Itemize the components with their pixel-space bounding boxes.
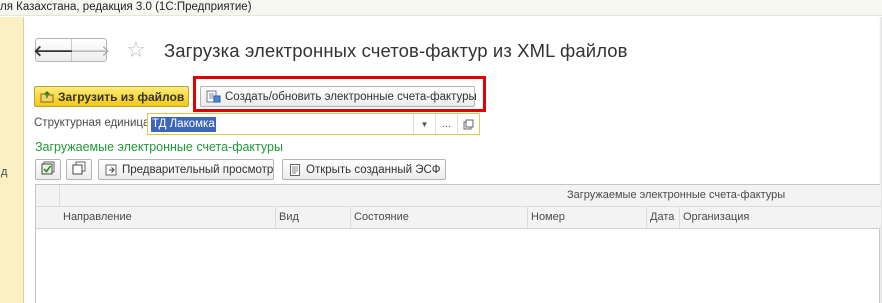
load-from-files-button[interactable]: Загрузить из файлов	[34, 86, 189, 107]
left-panel-edge: д	[0, 17, 24, 303]
load-from-files-label: Загрузить из файлов	[58, 89, 185, 104]
section-title: Загружаемые электронные счета-фактуры	[35, 140, 283, 154]
structural-unit-input[interactable]: ТД Лакомка ▼ ...	[147, 113, 480, 135]
folder-upload-icon	[40, 90, 54, 103]
window-titlebar: ля Казахстана, редакция 3.0 (1С:Предприя…	[0, 0, 882, 16]
forward-button[interactable]: 🡒	[70, 39, 110, 61]
page-title: Загрузка электронных счетов-фактур из XM…	[164, 40, 628, 61]
create-update-invoices-label: Создать/обновить электронные счета-факту…	[225, 90, 477, 103]
column-header-date[interactable]: Дата	[647, 207, 680, 228]
chevron-down-icon[interactable]: ▼	[413, 114, 435, 134]
copy-button[interactable]	[66, 159, 92, 180]
navigation-buttons: 🡐 🡒	[33, 38, 110, 62]
table-group-header: Загружаемые электронные счета-фактуры	[36, 185, 881, 229]
left-panel-text-fragment: д	[1, 166, 8, 178]
open-created-invoice-button[interactable]: Открыть созданный ЭСФ	[282, 159, 446, 180]
create-document-icon	[206, 90, 221, 103]
column-header-direction[interactable]: Направление	[60, 207, 276, 228]
column-header-type[interactable]: Вид	[276, 207, 351, 228]
preview-button[interactable]: Предварительный просмотр	[98, 159, 274, 180]
table-column-headers: Направление Вид Состояние Номер Дата Орг…	[36, 207, 881, 229]
invoices-table[interactable]: Загружаемые электронные счета-фактуры На…	[35, 184, 881, 303]
open-created-invoice-label: Открыть созданный ЭСФ	[306, 163, 441, 176]
favorite-star-icon[interactable]: ☆	[126, 38, 146, 62]
preview-label: Предварительный просмотр	[122, 163, 274, 176]
back-button[interactable]: 🡐	[33, 39, 74, 61]
create-update-invoices-button[interactable]: Создать/обновить электронные счета-факту…	[200, 86, 477, 107]
copy-icon	[72, 161, 86, 178]
column-header-number[interactable]: Номер	[528, 207, 647, 228]
check-all-icon	[41, 161, 55, 178]
open-link-icon[interactable]	[457, 114, 479, 134]
column-header-status[interactable]: Состояние	[351, 207, 528, 228]
window-title: ля Казахстана, редакция 3.0 (1С:Предприя…	[0, 1, 252, 13]
column-header-organization[interactable]: Организация	[680, 207, 881, 228]
choose-button[interactable]: ...	[435, 114, 457, 134]
preview-icon	[105, 164, 117, 176]
check-all-button[interactable]	[35, 159, 61, 180]
structural-unit-label: Структурная единица:	[34, 117, 153, 129]
structural-unit-value: ТД Лакомка	[151, 117, 216, 132]
table-group-header-label: Загружаемые электронные счета-фактуры	[567, 189, 786, 201]
document-icon	[289, 163, 301, 176]
